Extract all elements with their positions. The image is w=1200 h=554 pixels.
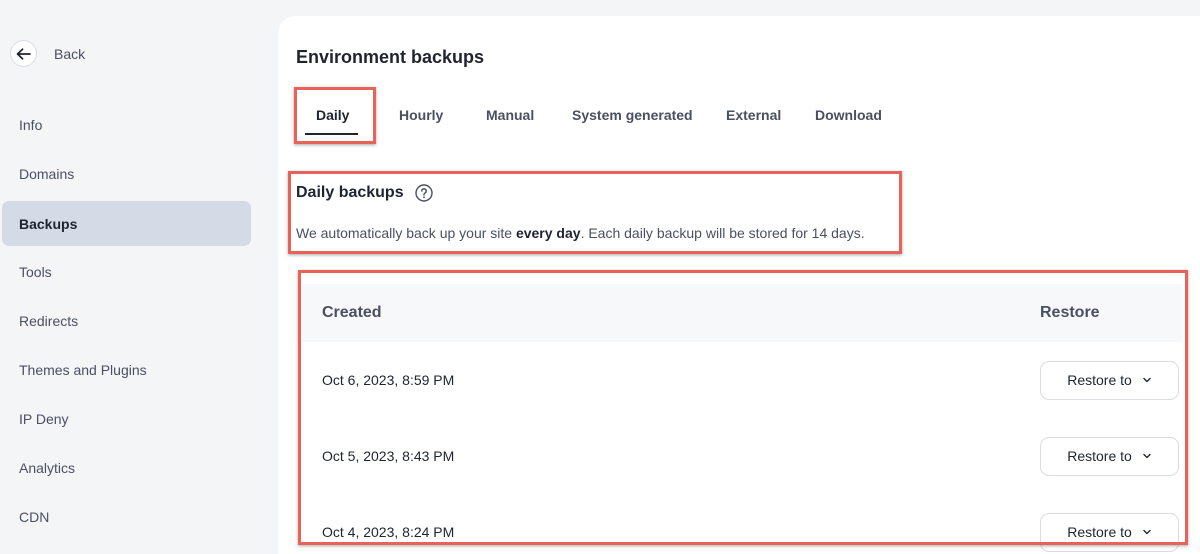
sidebar-item-redirects[interactable]: Redirects [2,298,251,343]
restore-to-button[interactable]: Restore to [1040,436,1179,476]
backups-table: Created Restore Oct 6, 2023, 8:59 PM Res… [302,284,1182,554]
sidebar-item-info[interactable]: Info [2,102,251,147]
sidebar-item-backups[interactable]: Backups [2,201,251,246]
sidebar-item-ip-deny[interactable]: IP Deny [2,396,251,441]
table-row: Oct 5, 2023, 8:43 PM Restore to [302,418,1182,494]
sidebar-item-domains[interactable]: Domains [2,151,251,196]
backup-date: Oct 5, 2023, 8:43 PM [322,448,455,464]
tab-external[interactable]: External [726,104,781,126]
column-header-restore: Restore [1040,304,1100,321]
main-panel: Environment backups Daily Hourly Manual … [278,16,1200,554]
sidebar: Back Info Domains Backups Tools Redirect… [0,0,270,554]
active-tab-indicator [305,133,358,135]
restore-to-button[interactable]: Restore to [1040,512,1179,552]
question-circle-icon[interactable] [414,184,433,202]
chevron-down-icon [1143,453,1151,459]
sidebar-item-analytics[interactable]: Analytics [2,445,251,490]
section-title: Daily backups [296,184,404,201]
chevron-down-icon [1143,529,1151,535]
table-row: Oct 4, 2023, 8:24 PM Restore to [302,494,1182,554]
section-description: We automatically back up your site every… [296,225,865,241]
tab-daily[interactable]: Daily [316,104,349,126]
back-button[interactable]: Back [10,40,85,67]
backup-date: Oct 4, 2023, 8:24 PM [322,524,455,540]
back-label: Back [54,45,86,62]
tab-download[interactable]: Download [815,104,882,126]
table-header: Created Restore [302,284,1182,342]
page-title: Environment backups [296,47,485,67]
tab-manual[interactable]: Manual [486,104,534,126]
table-row: Oct 6, 2023, 8:59 PM Restore to [302,342,1182,418]
arrow-left-icon [10,40,37,67]
sidebar-item-tools[interactable]: Tools [2,249,251,294]
emphasis-text: every day [515,225,581,241]
backup-date: Oct 6, 2023, 8:59 PM [322,372,455,388]
restore-to-button[interactable]: Restore to [1040,360,1179,400]
chevron-down-icon [1143,377,1151,383]
section-header: Daily backups [296,184,433,202]
tab-system-generated[interactable]: System generated [572,104,693,126]
sidebar-item-cdn[interactable]: CDN [2,494,251,539]
tab-hourly[interactable]: Hourly [399,104,443,126]
column-header-created: Created [322,304,382,321]
sidebar-item-themes-and-plugins[interactable]: Themes and Plugins [2,347,251,392]
